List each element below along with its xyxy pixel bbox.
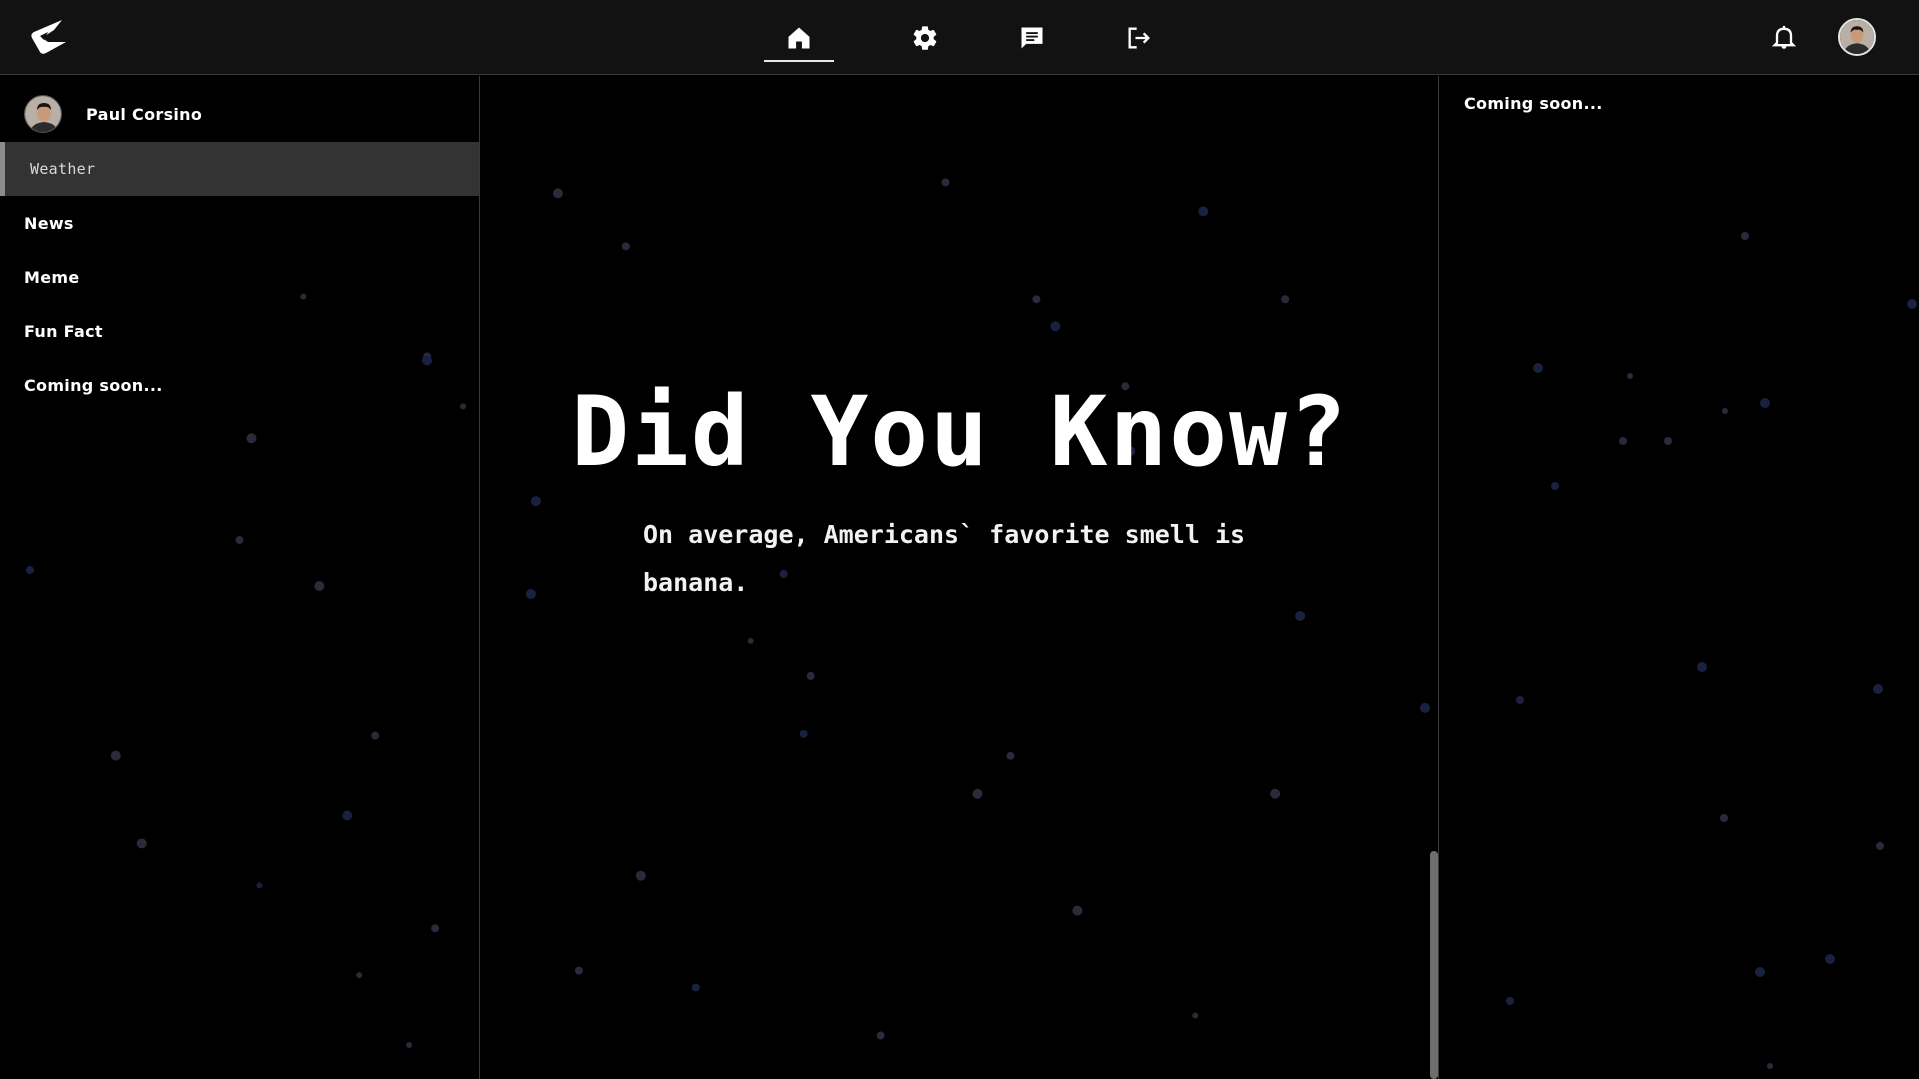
gear-icon (913, 25, 936, 50)
nav-logout[interactable] (1085, 0, 1192, 75)
nav-settings[interactable] (871, 0, 978, 75)
sidebar-item-fun-fact[interactable]: Fun Fact (0, 304, 479, 358)
top-navigation-bar (0, 0, 1919, 75)
chat-icon (1021, 27, 1042, 48)
sidebar-item-weather[interactable]: Weather (0, 142, 479, 196)
scrollbar-thumb[interactable] (1430, 851, 1438, 1079)
bell-icon[interactable] (1770, 23, 1798, 51)
sidebar-profile[interactable]: Paul Corsino (24, 95, 202, 133)
app-logo-icon[interactable] (28, 18, 68, 56)
sidebar: Paul Corsino Weather News Meme Fun Fact … (0, 76, 480, 1079)
fun-fact-text: On average, Americans` favorite smell is… (643, 520, 1246, 597)
page-title: Did You Know? (571, 376, 1349, 488)
sidebar-item-meme[interactable]: Meme (0, 250, 479, 304)
profile-name: Paul Corsino (86, 104, 203, 124)
nav-messages[interactable] (978, 0, 1085, 75)
main-content: Did You Know? On average, Americans` fav… (481, 76, 1439, 1079)
home-icon (788, 27, 810, 48)
starfield-background (1506, 232, 1917, 1069)
right-panel: Coming soon... (1440, 76, 1919, 1079)
sidebar-item-coming-soon[interactable]: Coming soon... (0, 358, 479, 412)
sidebar-item-news[interactable]: News (0, 196, 479, 250)
nav-home[interactable] (764, 0, 834, 75)
user-avatar[interactable] (1838, 18, 1876, 56)
coming-soon-label: Coming soon... (1464, 94, 1603, 113)
avatar (24, 95, 62, 133)
logout-icon (1128, 27, 1150, 48)
main-nav (764, 0, 1192, 75)
